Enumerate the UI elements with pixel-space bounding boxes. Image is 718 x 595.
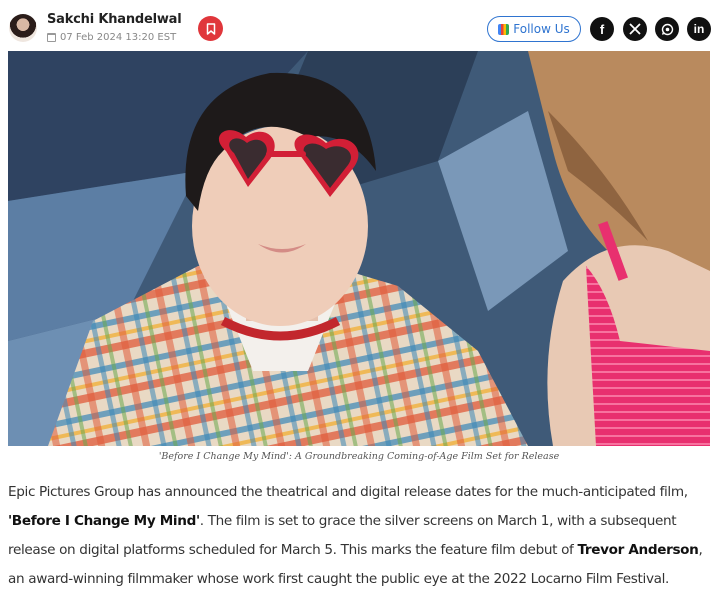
author-avatar[interactable]	[9, 14, 37, 42]
article-paragraph: Epic Pictures Group has announced the th…	[8, 478, 712, 594]
x-icon	[629, 23, 641, 35]
google-news-icon	[498, 23, 510, 35]
image-caption: 'Before I Change My Mind': A Groundbreak…	[158, 451, 560, 462]
facebook-share-button[interactable]: f	[590, 17, 614, 41]
publish-date: 07 Feb 2024 13:20 EST	[47, 32, 176, 43]
film-title: 'Before I Change My Mind'	[8, 513, 200, 529]
calendar-icon	[47, 33, 56, 42]
linkedin-share-button[interactable]: in	[687, 17, 711, 41]
publish-date-text: 07 Feb 2024 13:20 EST	[60, 32, 177, 43]
article-text: Epic Pictures Group has announced the th…	[8, 484, 688, 500]
x-share-button[interactable]	[623, 17, 647, 41]
facebook-icon: f	[599, 21, 605, 37]
bookmark-button[interactable]	[198, 16, 223, 41]
follow-us-label: Follow Us	[513, 22, 570, 36]
film-still-illustration	[8, 51, 710, 446]
director-name: Trevor Anderson	[577, 542, 699, 558]
whatsapp-icon	[661, 23, 673, 35]
author-name[interactable]: Sakchi Khandelwal	[47, 12, 182, 27]
author-bar: Sakchi Khandelwal 07 Feb 2024 13:20 EST …	[0, 0, 718, 52]
bookmark-icon	[206, 22, 215, 35]
hero-image	[8, 51, 710, 446]
linkedin-icon: in	[693, 22, 705, 36]
whatsapp-share-button[interactable]	[655, 17, 679, 41]
follow-us-button[interactable]: Follow Us	[487, 16, 581, 42]
